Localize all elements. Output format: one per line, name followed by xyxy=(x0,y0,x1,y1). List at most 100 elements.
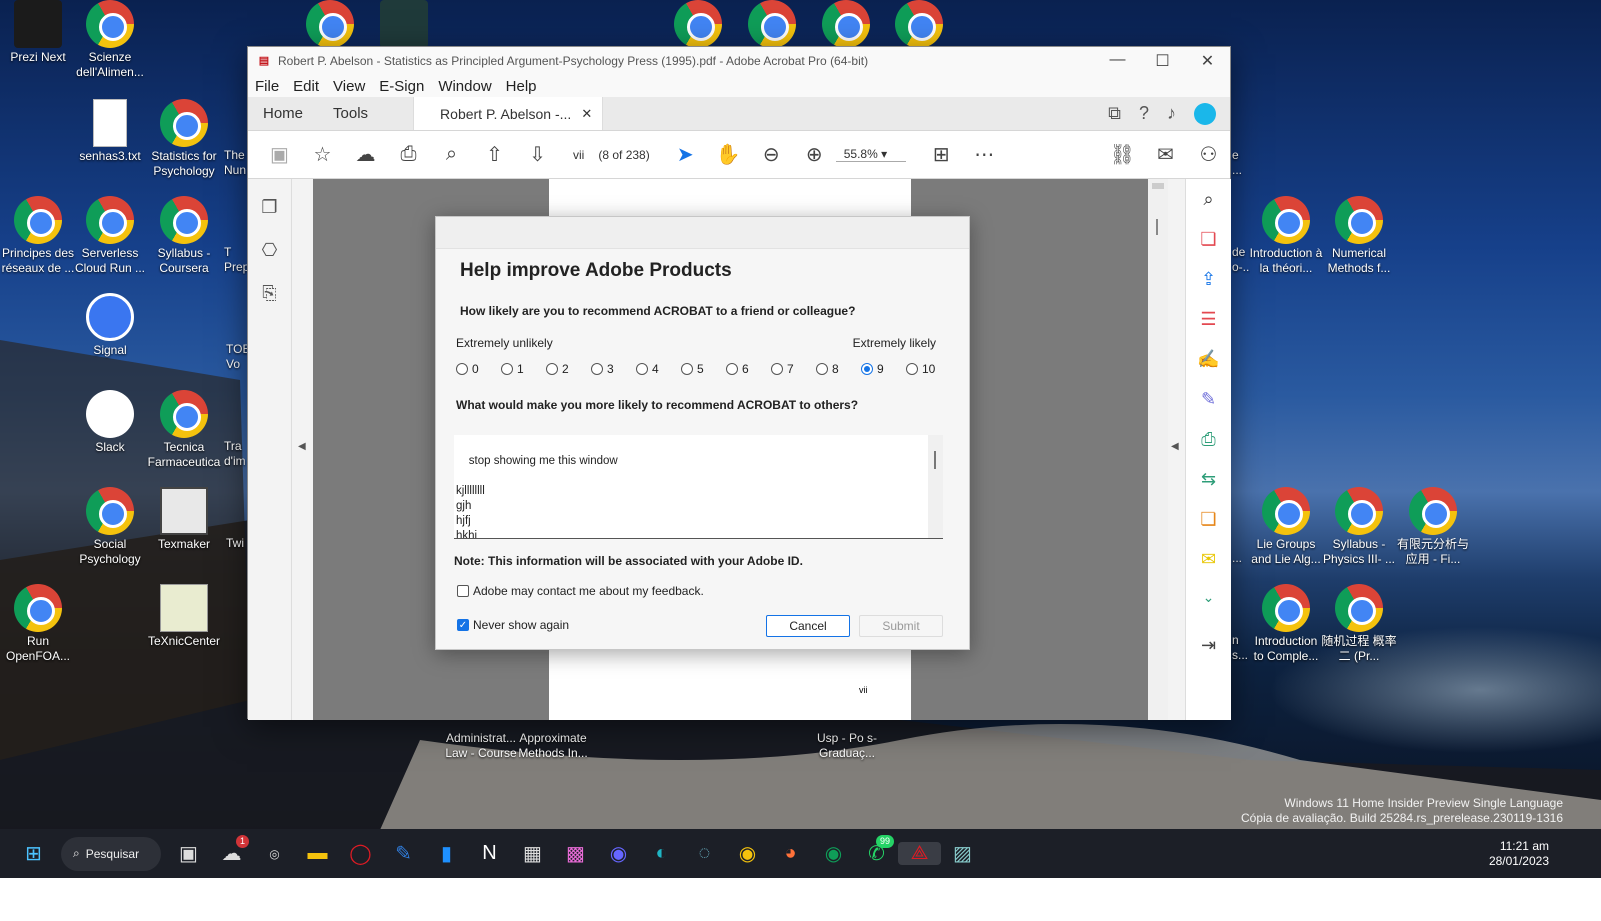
create-pdf-icon[interactable]: ❏ xyxy=(1200,229,1216,250)
radio-button[interactable] xyxy=(906,363,918,375)
page-label-input[interactable]: vii xyxy=(573,148,584,162)
desktop-icon-probability[interactable]: 随机过程 概率二 (Pr... xyxy=(1321,584,1397,664)
attachment-icon[interactable]: ⎘ xyxy=(262,283,276,304)
desktop-icon-intro-theorie[interactable]: Introduction à la théori... xyxy=(1248,196,1324,276)
zoom-search-icon[interactable]: ⌕ xyxy=(1203,189,1213,210)
compare-icon[interactable]: ⇆ xyxy=(1201,469,1216,490)
dialog-header[interactable] xyxy=(436,217,969,249)
close-icon[interactable]: ✕ xyxy=(1185,51,1230,71)
more-tools-icon[interactable]: ⋯ xyxy=(963,142,1006,167)
desktop-icon-slack[interactable]: Slack xyxy=(72,390,148,455)
system-clock[interactable]: 11:21 am 28/01/2023 xyxy=(1489,839,1601,869)
firefox-icon[interactable]: ◕ xyxy=(769,842,812,865)
share-screen-icon[interactable]: ⧉ xyxy=(1108,103,1121,124)
collapse-right-icon[interactable]: ◀ xyxy=(1171,441,1179,452)
desktop-icon-serverless[interactable]: Serverless Cloud Run ... xyxy=(72,196,148,276)
desktop-icon-numerical[interactable]: Numerical Methods f... xyxy=(1321,196,1397,276)
search-icon[interactable]: ⌕ xyxy=(430,143,473,166)
menu-window[interactable]: Window xyxy=(431,78,498,95)
desktop-icon-partial[interactable] xyxy=(881,0,957,46)
chrome-icon[interactable]: ◉ xyxy=(726,841,769,866)
radio-button[interactable] xyxy=(771,363,783,375)
rating-option-6[interactable]: 6 xyxy=(726,362,771,376)
desktop-icon-signal[interactable]: Signal xyxy=(72,293,148,358)
rating-option-8[interactable]: 8 xyxy=(816,362,861,376)
menu-esign[interactable]: E-Sign xyxy=(372,78,431,95)
feedback-textarea[interactable]: stop showing me this window kjllllllll g… xyxy=(454,435,943,539)
hand-tool-icon[interactable]: ✋ xyxy=(707,142,750,167)
close-tab-icon[interactable]: ✕ xyxy=(581,106,592,122)
desktop-icon-label-partial[interactable]: de o-... xyxy=(1232,245,1250,275)
acrobat-taskbar-icon[interactable]: ⟁ xyxy=(898,842,941,865)
fill-sign-icon[interactable]: ✎ xyxy=(1201,389,1216,410)
chrome-icon[interactable]: ◉ xyxy=(812,841,855,866)
select-tool-icon[interactable]: ➤ xyxy=(664,142,707,167)
desktop-icon-label-partial[interactable]: Usp - Po s-Graduaç... xyxy=(806,731,888,761)
scroll-thumb[interactable] xyxy=(1152,183,1164,189)
upload-icon[interactable]: ☁ xyxy=(344,142,387,167)
tab-document[interactable]: Robert P. Abelson -... ✕ xyxy=(413,97,604,130)
menu-view[interactable]: View xyxy=(326,78,372,95)
export-pdf-icon[interactable]: ⇪ xyxy=(1201,269,1216,290)
notion-icon[interactable]: N xyxy=(468,842,511,865)
editor-icon[interactable]: ✎ xyxy=(382,841,425,866)
app-icon[interactable]: ◉ xyxy=(597,841,640,866)
scroll-thumb[interactable] xyxy=(934,451,936,469)
rating-option-9[interactable]: 9 xyxy=(861,362,906,376)
vertical-scrollbar[interactable] xyxy=(1148,179,1168,720)
rating-option-1[interactable]: 1 xyxy=(501,362,546,376)
tab-tools[interactable]: Tools xyxy=(318,97,383,130)
desktop-icon-label-partial[interactable]: Approximate Methods In... xyxy=(512,731,594,761)
radio-button[interactable] xyxy=(591,363,603,375)
desktop-icon-partial[interactable] xyxy=(734,0,810,46)
file-explorer-icon[interactable]: ▬ xyxy=(296,842,339,865)
page-thumbnails-icon[interactable]: ❐ xyxy=(261,197,277,218)
desktop-icon-scienze[interactable]: Scienze dell'Alimen... xyxy=(72,0,148,80)
save-icon[interactable]: ▣ xyxy=(258,142,301,167)
right-panel-toggle[interactable]: ◀ xyxy=(1168,179,1185,720)
opera-icon[interactable]: ◯ xyxy=(339,841,382,866)
scan-icon[interactable]: ❏ xyxy=(1200,509,1216,530)
minimize-icon[interactable]: — xyxy=(1095,51,1140,71)
desktop-icon-label-partial[interactable]: The Nun xyxy=(224,148,248,178)
radio-button[interactable] xyxy=(636,363,648,375)
contact-checkbox[interactable]: Adobe may contact me about my feedback. xyxy=(457,584,704,598)
request-signature-icon[interactable]: ✍ xyxy=(1197,349,1219,370)
organize-pages-icon[interactable]: ☰ xyxy=(1200,309,1216,330)
task-view-icon[interactable]: ▣ xyxy=(167,841,210,866)
desktop-icon-label-partial[interactable]: e ... xyxy=(1232,148,1250,178)
desktop-icon-texniccenter[interactable]: TeXnicCenter xyxy=(146,584,222,649)
never-show-checkbox[interactable]: ✓ Never show again xyxy=(457,618,569,632)
store-icon[interactable]: ▦ xyxy=(511,841,554,866)
rating-option-2[interactable]: 2 xyxy=(546,362,591,376)
comment-icon[interactable]: ✉ xyxy=(1201,549,1216,570)
checkbox-unchecked[interactable] xyxy=(457,585,469,597)
onedrive-icon[interactable]: ☁ 1 xyxy=(210,835,253,866)
desktop-icon-label-partial[interactable]: TOE Vo xyxy=(226,342,248,372)
rating-option-0[interactable]: 0 xyxy=(456,362,501,376)
desktop-icon-syllabus-coursera[interactable]: Syllabus - Coursera xyxy=(146,196,222,276)
star-icon[interactable]: ☆ xyxy=(301,142,344,167)
dell-icon[interactable]: ◎ xyxy=(253,847,296,861)
title-bar[interactable]: ▤ Robert P. Abelson - Statistics as Prin… xyxy=(248,47,1230,75)
desktop-icon-label-partial[interactable]: n s... xyxy=(1232,633,1250,663)
desktop-icon-statistics[interactable]: Statistics for Psychology xyxy=(146,99,222,179)
textarea-scrollbar[interactable] xyxy=(928,435,943,538)
rating-option-10[interactable]: 10 xyxy=(906,362,951,376)
bookmark-icon[interactable]: ⎔ xyxy=(262,240,278,261)
more-tools-chevron-icon[interactable]: ⌄ xyxy=(1203,589,1215,606)
image-viewer-icon[interactable]: ▨ xyxy=(941,841,984,866)
taskbar-search[interactable]: ⌕ Pesquisar xyxy=(61,836,161,871)
desktop-icon-label-partial[interactable]: Twi xyxy=(226,536,248,551)
maximize-icon[interactable]: ☐ xyxy=(1140,51,1185,71)
next-page-icon[interactable]: ⇩ xyxy=(516,142,559,167)
avatar[interactable] xyxy=(1194,102,1216,125)
desktop-icon-social-psychology[interactable]: Social Psychology xyxy=(72,487,148,567)
desktop-icon-partial[interactable] xyxy=(366,0,442,46)
print-icon[interactable]: ⎙ xyxy=(387,143,430,166)
desktop-icon-label-partial[interactable]: T Prep xyxy=(224,245,248,275)
desktop-icon-syllabus-physics[interactable]: Syllabus - Physics III- ... xyxy=(1321,487,1397,567)
desktop-icon-texmaker[interactable]: Texmaker xyxy=(146,487,222,552)
link-icon[interactable]: ⛓ xyxy=(1101,142,1144,167)
radio-button[interactable] xyxy=(726,363,738,375)
